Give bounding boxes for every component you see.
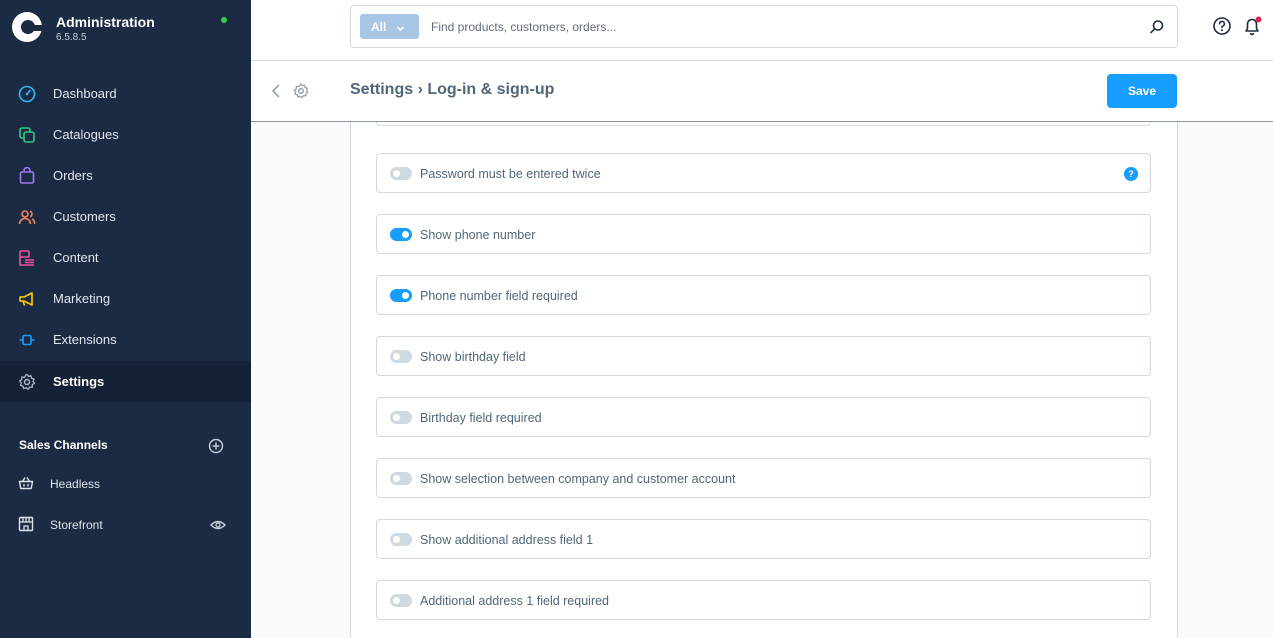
field-show-birthday: Show birthday field	[376, 336, 1151, 376]
toggle-switch[interactable]	[390, 228, 412, 241]
field-phone-required: Phone number field required	[376, 275, 1151, 315]
field-show-phone: Show phone number	[376, 214, 1151, 254]
catalogues-icon	[17, 125, 37, 145]
sidebar-item-label: Dashboard	[53, 86, 117, 101]
brand-title: Administration	[56, 14, 155, 30]
shopware-logo-icon	[12, 12, 42, 42]
back-arrow-icon[interactable]	[269, 82, 283, 100]
sales-channel-headless[interactable]: Headless	[0, 464, 251, 504]
extensions-icon	[17, 330, 37, 350]
online-status-dot	[221, 17, 227, 23]
settings-card	[350, 122, 1178, 638]
search-icon[interactable]	[1148, 18, 1166, 36]
settings-icon	[17, 372, 37, 392]
field-additional-address-1: Show additional address field 1	[376, 519, 1151, 559]
field-label: Show additional address field 1	[420, 533, 594, 547]
toggle-switch[interactable]	[390, 594, 412, 607]
help-question-icon[interactable]: ?	[1124, 167, 1138, 181]
orders-icon	[17, 166, 37, 186]
sidebar-item-label: Settings	[53, 374, 105, 389]
brand-version: 6.5.8.5	[56, 32, 87, 43]
sidebar-item-orders[interactable]: Orders	[0, 155, 251, 196]
brand-header[interactable]: Administration 6.5.8.5	[0, 0, 251, 60]
sidebar-item-label: Extensions	[53, 332, 117, 347]
toggle-switch[interactable]	[390, 289, 412, 302]
field-label: Additional address 1 field required	[420, 594, 610, 608]
sidebar-item-settings[interactable]: Settings	[0, 361, 251, 402]
customers-icon	[17, 207, 37, 227]
sidebar-item-extensions[interactable]: Extensions	[0, 319, 251, 360]
help-icon[interactable]	[1212, 16, 1232, 36]
toggle-switch[interactable]	[390, 472, 412, 485]
field-label: Birthday field required	[420, 411, 542, 425]
smart-bar: Settings › Log-in & sign-up Save	[251, 61, 1273, 122]
sales-channel-storefront[interactable]: Storefront	[0, 505, 251, 545]
field-label: Show selection between company and custo…	[420, 472, 736, 486]
sidebar-item-dashboard[interactable]: Dashboard	[0, 73, 251, 114]
global-search: All	[350, 5, 1178, 48]
sidebar-item-label: Customers	[53, 209, 116, 224]
toggle-switch[interactable]	[390, 350, 412, 363]
dashboard-icon	[17, 84, 37, 104]
search-type-select[interactable]: All	[360, 14, 419, 39]
field-additional-address-1-required: Additional address 1 field required	[376, 580, 1151, 620]
basket-icon	[17, 474, 35, 492]
add-sales-channel-icon[interactable]	[207, 437, 225, 455]
field-label: Password must be entered twice	[420, 167, 601, 181]
search-input[interactable]	[431, 16, 1131, 38]
sidebar-item-customers[interactable]: Customers	[0, 196, 251, 237]
sales-channels-title: Sales Channels	[19, 438, 108, 452]
sales-channel-label: Storefront	[50, 518, 103, 532]
field-label: Phone number field required	[420, 289, 578, 303]
storefront-icon	[17, 515, 35, 533]
field-company-selection: Show selection between company and custo…	[376, 458, 1151, 498]
sidebar-item-content[interactable]: Content	[0, 237, 251, 278]
page-title: Settings › Log-in & sign-up	[350, 81, 555, 98]
chevron-down-icon	[396, 22, 405, 32]
sidebar-item-label: Content	[53, 250, 99, 265]
sales-channel-label: Headless	[50, 477, 101, 491]
field-label: Show phone number	[420, 228, 536, 242]
sidebar: Administration 6.5.8.5 Dashboard Catalog…	[0, 0, 251, 638]
field-label: Show birthday field	[420, 350, 526, 364]
previous-field-edge	[376, 122, 1151, 126]
content-icon	[17, 248, 37, 268]
marketing-icon	[17, 289, 37, 309]
top-bar: All	[251, 0, 1273, 61]
field-password-twice: Password must be entered twice ?	[376, 153, 1151, 193]
settings-gear-icon	[292, 82, 310, 100]
sidebar-item-label: Marketing	[53, 291, 111, 306]
toggle-switch[interactable]	[390, 411, 412, 424]
field-birthday-required: Birthday field required	[376, 397, 1151, 437]
sidebar-item-catalogues[interactable]: Catalogues	[0, 114, 251, 155]
sidebar-item-marketing[interactable]: Marketing	[0, 278, 251, 319]
toggle-switch[interactable]	[390, 533, 412, 546]
toggle-switch[interactable]	[390, 167, 412, 180]
sidebar-item-label: Catalogues	[53, 127, 119, 142]
eye-icon[interactable]	[210, 518, 226, 532]
save-button[interactable]: Save	[1107, 74, 1177, 108]
search-type-label: All	[371, 19, 387, 34]
notification-bell-icon[interactable]	[1242, 15, 1264, 37]
sidebar-item-label: Orders	[53, 168, 93, 183]
